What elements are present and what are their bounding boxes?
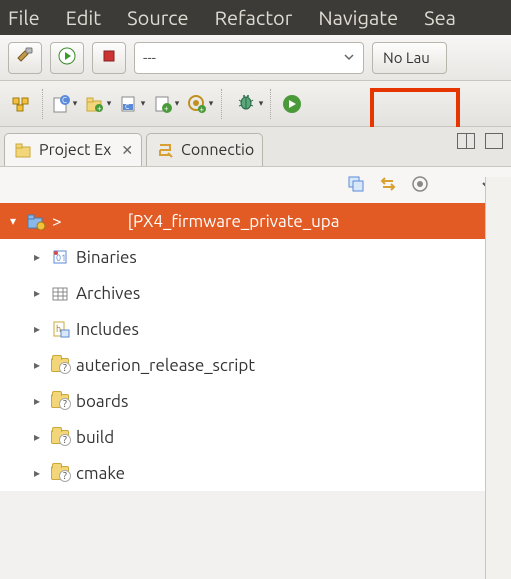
tree-item-label: build — [76, 428, 114, 447]
link-editor-button[interactable] — [379, 175, 397, 196]
new-source-button[interactable]: + ▾ — [151, 89, 181, 119]
tab-label: Project Ex — [39, 141, 111, 159]
tree-item-label: auterion_release_script — [76, 356, 255, 375]
main-toolbar-2: C ▾ + ▾ C ▾ + ▾ + ▾ ▾ — [0, 81, 511, 127]
tree-root-prefix: > — [52, 212, 62, 231]
view-tab-row: Project Ex ✕ Connectio — [0, 127, 511, 167]
tree-item-label: boards — [76, 392, 128, 411]
menu-navigate[interactable]: Navigate — [318, 6, 398, 29]
chevron-down-icon: ▾ — [259, 98, 264, 109]
tree-item-boards[interactable]: ▸ boards — [0, 383, 511, 419]
chevron-down-icon — [343, 49, 355, 66]
includes-icon: h — [50, 319, 70, 339]
menu-edit[interactable]: Edit — [66, 6, 101, 29]
stop-icon — [100, 47, 118, 68]
minimize-view-button[interactable] — [457, 133, 475, 149]
expand-arrow-icon[interactable]: ▸ — [30, 394, 44, 408]
expand-arrow-icon[interactable]: ▸ — [30, 250, 44, 264]
new-c-file-button[interactable]: C ▾ — [117, 89, 147, 119]
debug-button[interactable]: ▾ — [234, 89, 264, 119]
expand-arrow-icon[interactable]: ▸ — [30, 358, 44, 372]
run-button[interactable] — [50, 42, 84, 74]
menu-refactor[interactable]: Refactor — [215, 6, 293, 29]
svg-text:+: + — [199, 105, 204, 114]
svg-text:+: + — [164, 104, 169, 113]
menu-source[interactable]: Source — [127, 6, 188, 29]
new-folder-button[interactable]: + ▾ — [83, 89, 113, 119]
folder-icon — [50, 355, 70, 375]
close-icon[interactable]: ✕ — [121, 142, 133, 159]
tree-item-archives[interactable]: ▸ Archives — [0, 275, 511, 311]
menu-search[interactable]: Sea — [424, 6, 456, 29]
expand-arrow-icon[interactable]: ▸ — [30, 322, 44, 336]
connections-icon — [155, 140, 175, 160]
expand-arrow-icon[interactable]: ▸ — [30, 466, 44, 480]
focus-task-button[interactable] — [411, 175, 429, 196]
folder-icon — [50, 427, 70, 447]
collapse-all-button[interactable] — [347, 175, 365, 196]
maximize-view-button[interactable] — [485, 133, 503, 149]
project-tree: ▾ > [PX4_firmware_private_upa ▸ 01 Binar… — [0, 203, 511, 491]
svg-text:C: C — [62, 96, 67, 105]
binaries-icon: 01 — [50, 247, 70, 267]
open-type-button[interactable] — [6, 89, 36, 119]
tree-item-includes[interactable]: ▸ h Includes — [0, 311, 511, 347]
launch-target-label: No Lau — [383, 49, 430, 66]
new-c-class-button[interactable]: C ▾ — [49, 89, 79, 119]
tree-root-project[interactable]: ▾ > [PX4_firmware_private_upa — [0, 203, 511, 239]
expand-arrow-icon[interactable]: ▾ — [6, 214, 20, 228]
build-button[interactable] — [8, 42, 42, 74]
tree-item-cmake[interactable]: ▸ cmake — [0, 455, 511, 491]
svg-text:h: h — [56, 324, 61, 334]
svg-text:+: + — [97, 104, 102, 113]
tree-item-label: Binaries — [76, 248, 137, 267]
editor-area-placeholder — [485, 177, 511, 579]
bug-icon — [235, 91, 257, 116]
run-last-button[interactable] — [277, 89, 307, 119]
view-local-toolbar — [0, 167, 511, 203]
chevron-down-icon: ▾ — [209, 98, 214, 109]
folder-icon — [50, 463, 70, 483]
tree-item-auterion-release-script[interactable]: ▸ auterion_release_script — [0, 347, 511, 383]
chevron-down-icon: ▾ — [175, 98, 180, 109]
chevron-down-icon: ▾ — [141, 98, 146, 109]
tab-project-explorer[interactable]: Project Ex ✕ — [4, 133, 142, 166]
menu-file[interactable]: File — [8, 6, 40, 29]
expand-arrow-icon[interactable]: ▸ — [30, 430, 44, 444]
hammer-icon — [15, 46, 35, 69]
launch-config-value: --- — [143, 49, 156, 66]
new-target-button[interactable]: + ▾ — [185, 89, 215, 119]
tab-label: Connectio — [181, 141, 254, 159]
play-icon — [58, 47, 76, 68]
tree-item-binaries[interactable]: ▸ 01 Binaries — [0, 239, 511, 275]
expand-arrow-icon[interactable]: ▸ — [30, 286, 44, 300]
project-explorer-icon — [13, 140, 33, 160]
chevron-down-icon: ▾ — [73, 98, 78, 109]
launch-config-combo[interactable]: --- — [134, 42, 364, 74]
chevron-down-icon: ▾ — [107, 98, 112, 109]
tree-item-build[interactable]: ▸ build — [0, 419, 511, 455]
archives-icon — [50, 283, 70, 303]
menubar: File Edit Source Refactor Navigate Sea — [0, 0, 511, 35]
svg-text:01: 01 — [56, 253, 66, 263]
tree-item-label: Archives — [76, 284, 140, 303]
tree-root-detail: [PX4_firmware_private_upa — [128, 212, 340, 231]
launch-target-combo[interactable]: No Lau — [372, 42, 447, 74]
main-toolbar-1: --- No Lau — [0, 35, 511, 81]
tree-item-label: Includes — [76, 320, 139, 339]
stop-button[interactable] — [92, 42, 126, 74]
project-icon — [26, 211, 46, 231]
tree-item-label: cmake — [76, 464, 125, 483]
folder-icon — [50, 391, 70, 411]
tab-connections[interactable]: Connectio — [146, 133, 263, 166]
svg-text:C: C — [125, 103, 130, 111]
